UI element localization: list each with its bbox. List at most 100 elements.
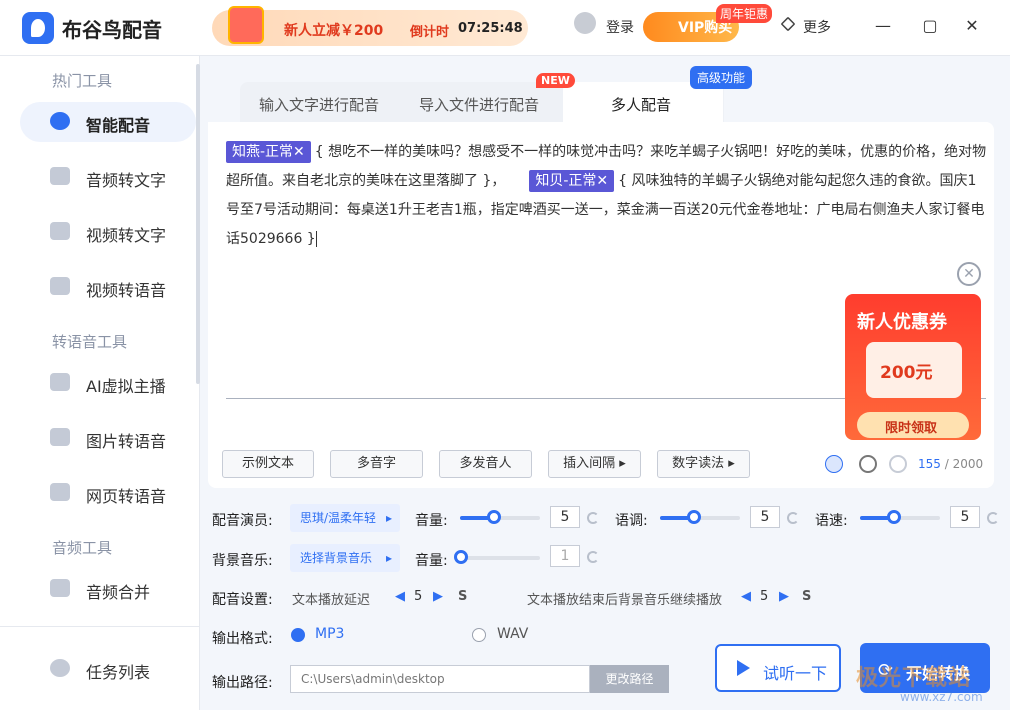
image-to-audio-icon bbox=[50, 428, 70, 446]
bgm-volume-value[interactable]: 1 bbox=[550, 545, 580, 567]
text-cursor bbox=[315, 231, 317, 247]
audio-to-text-icon bbox=[50, 167, 70, 185]
sidebar-item-task-list[interactable]: 任务列表 bbox=[20, 649, 196, 689]
vip-anniversary-badge: 周年钜惠 bbox=[716, 4, 773, 23]
watermark-url: www.xz7.com bbox=[900, 690, 983, 704]
tone-value[interactable]: 5 bbox=[750, 506, 780, 528]
delay-label: 文本播放延迟 bbox=[292, 593, 371, 608]
coupon-amount: 200元 bbox=[880, 363, 933, 383]
sidebar-item-label: 任务列表 bbox=[86, 663, 151, 682]
maximize-button[interactable]: ▢ bbox=[920, 16, 940, 36]
volume-value[interactable]: 5 bbox=[550, 506, 580, 528]
clock-icon bbox=[50, 659, 70, 677]
char-max: / 2000 bbox=[940, 457, 984, 471]
bgm-continue-decrease-icon[interactable]: ◀ bbox=[741, 589, 751, 604]
delay-increase-icon[interactable]: ▶ bbox=[433, 589, 443, 604]
video-to-audio-icon bbox=[50, 277, 70, 295]
close-button[interactable]: ✕ bbox=[962, 16, 982, 36]
gift-icon bbox=[228, 6, 264, 44]
format-wav-radio[interactable] bbox=[472, 628, 486, 642]
app-logo-icon bbox=[22, 12, 54, 44]
volume-label: 音量: bbox=[415, 513, 448, 529]
sidebar-item-label: 图片转语音 bbox=[86, 432, 167, 451]
sidebar-item-video-to-audio[interactable]: 视频转语音 bbox=[20, 267, 196, 307]
close-ad-icon[interactable]: ✕ bbox=[957, 262, 981, 286]
voice-select[interactable]: 思琪/温柔年轻 bbox=[290, 504, 400, 532]
speed-reset-icon[interactable] bbox=[987, 512, 999, 524]
login-link[interactable]: 登录 bbox=[606, 17, 634, 37]
countdown-timer: 07:25:48 bbox=[458, 21, 523, 36]
bgm-continue-label: 文本播放结束后背景音乐继续播放 bbox=[527, 593, 723, 608]
multi-speaker-button[interactable]: 多发音人 bbox=[439, 450, 532, 478]
voice-chip-1[interactable]: 知燕-正常✕ bbox=[226, 141, 311, 163]
tab-import-file[interactable]: 导入文件进行配音 bbox=[419, 94, 539, 115]
polyphone-button[interactable]: 多音字 bbox=[330, 450, 423, 478]
format-wav-label[interactable]: WAV bbox=[497, 626, 528, 642]
sample-text-button[interactable]: 示例文本 bbox=[222, 450, 314, 478]
sidebar-section-tts: 转语音工具 bbox=[52, 333, 128, 351]
sidebar-scrollbar[interactable] bbox=[196, 64, 200, 384]
sidebar-item-label: 音频合并 bbox=[86, 583, 151, 602]
config-label: 配音设置: bbox=[212, 592, 273, 608]
output-path-input[interactable]: C:\Users\admin\desktop bbox=[290, 665, 590, 693]
sidebar-item-audio-to-text[interactable]: 音频转文字 bbox=[20, 157, 196, 197]
tab-input-text[interactable]: 输入文字进行配音 bbox=[259, 94, 379, 115]
delay-decrease-icon[interactable]: ◀ bbox=[395, 589, 405, 604]
audio-merge-icon bbox=[50, 579, 70, 597]
tone-slider-thumb[interactable] bbox=[687, 510, 701, 524]
bgm-select[interactable]: 选择背景音乐 bbox=[290, 544, 400, 572]
volume-slider-thumb[interactable] bbox=[487, 510, 501, 524]
voice-chip-2[interactable]: 知贝-正常✕ bbox=[529, 170, 615, 192]
bgm-continue-value[interactable]: 5 bbox=[760, 589, 768, 604]
coupon-claim-label: 限时领取 bbox=[885, 421, 938, 436]
redo-icon[interactable] bbox=[889, 455, 907, 473]
sidebar-item-label: 网页转语音 bbox=[86, 487, 167, 506]
sidebar-item-video-to-text[interactable]: 视频转文字 bbox=[20, 212, 196, 252]
user-avatar-icon[interactable] bbox=[574, 12, 596, 34]
format-label: 输出格式: bbox=[212, 631, 273, 647]
promo-text: 新人立减￥200 bbox=[284, 23, 384, 39]
sidebar-item-smart-dubbing[interactable]: 智能配音 bbox=[20, 102, 196, 142]
speed-value[interactable]: 5 bbox=[950, 506, 980, 528]
web-to-audio-icon bbox=[50, 483, 70, 501]
sidebar-item-ai-anchor[interactable]: AI虚拟主播 bbox=[20, 363, 196, 403]
bgm-volume-slider[interactable] bbox=[460, 556, 540, 560]
format-mp3-radio[interactable] bbox=[291, 628, 305, 642]
more-menu[interactable]: 更多 bbox=[803, 17, 831, 37]
speed-slider-thumb[interactable] bbox=[887, 510, 901, 524]
format-mp3-label[interactable]: MP3 bbox=[315, 626, 344, 642]
video-to-text-icon bbox=[50, 222, 70, 240]
insert-pause-button[interactable]: 插入间隔 ▸ bbox=[548, 450, 641, 478]
bgm-volume-reset-icon[interactable] bbox=[587, 551, 599, 563]
play-icon bbox=[737, 660, 750, 676]
volume-reset-icon[interactable] bbox=[587, 512, 599, 524]
path-label: 输出路径: bbox=[212, 675, 273, 691]
change-path-button[interactable]: 更改路径 bbox=[590, 665, 669, 693]
editor-content[interactable]: 知燕-正常✕{ 想吃不一样的美味吗？想感受不一样的味觉冲击吗？来吃羊蝎子火锅吧！… bbox=[226, 138, 988, 254]
sidebar-item-label: 视频转语音 bbox=[86, 281, 167, 300]
sidebar-divider bbox=[0, 626, 200, 627]
tone-reset-icon[interactable] bbox=[787, 512, 799, 524]
speed-label: 语速: bbox=[815, 513, 848, 529]
number-reading-button[interactable]: 数字读法 ▸ bbox=[657, 450, 750, 478]
sidebar-item-audio-merge[interactable]: 音频合并 bbox=[20, 569, 196, 609]
preview-label: 试听一下 bbox=[763, 664, 828, 683]
countdown-label: 倒计时 bbox=[410, 25, 450, 40]
ai-anchor-icon bbox=[50, 373, 70, 391]
sidebar-item-label: 智能配音 bbox=[86, 116, 151, 135]
smart-dubbing-icon bbox=[50, 112, 70, 130]
minimize-button[interactable]: — bbox=[873, 16, 893, 36]
bgm-volume-slider-thumb[interactable] bbox=[454, 550, 468, 564]
delay-value[interactable]: 5 bbox=[414, 589, 422, 604]
sidebar-item-image-to-audio[interactable]: 图片转语音 bbox=[20, 418, 196, 458]
undo-icon[interactable] bbox=[859, 455, 877, 473]
tab-multi-voice[interactable]: 多人配音 bbox=[611, 94, 671, 115]
sidebar-item-web-to-audio[interactable]: 网页转语音 bbox=[20, 473, 196, 513]
clear-icon[interactable] bbox=[825, 455, 843, 473]
bgm-volume-label: 音量: bbox=[415, 553, 448, 569]
app-title: 布谷鸟配音 bbox=[62, 18, 162, 42]
tone-label: 语调: bbox=[615, 513, 648, 529]
new-badge: NEW bbox=[536, 73, 575, 88]
bgm-continue-increase-icon[interactable]: ▶ bbox=[779, 589, 789, 604]
sidebar-section-audio: 音频工具 bbox=[52, 539, 113, 557]
